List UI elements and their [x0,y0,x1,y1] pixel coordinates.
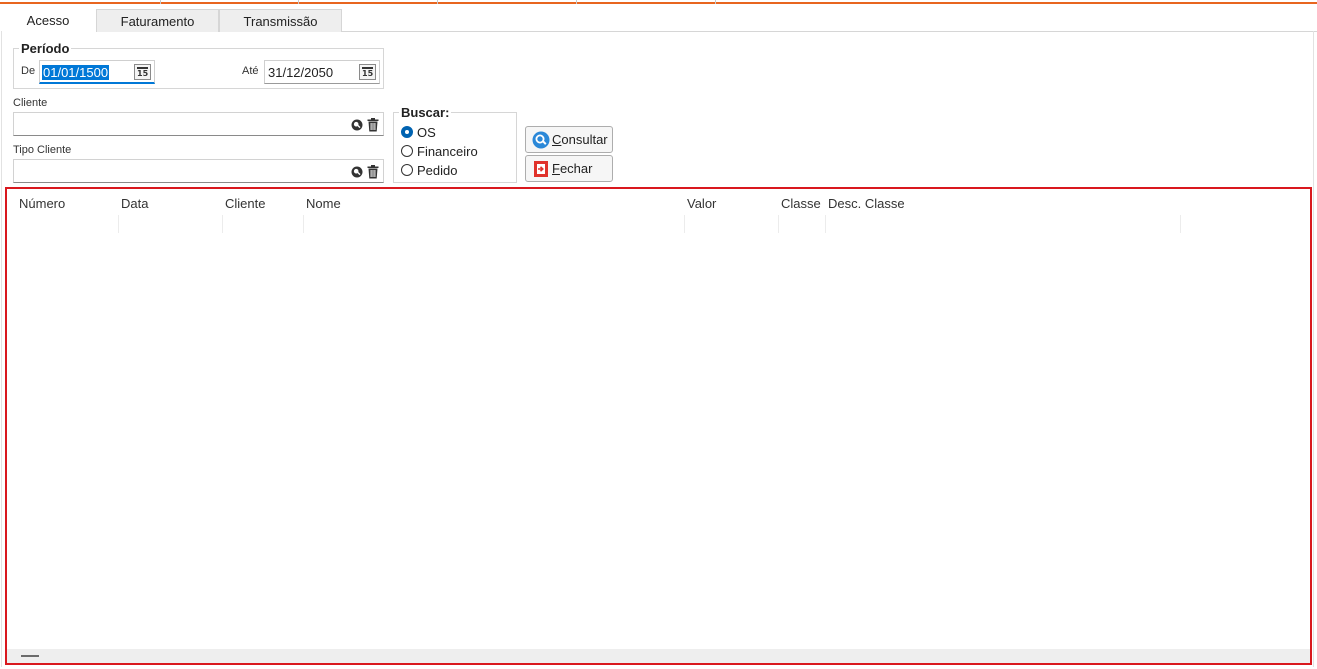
radio-pedido-indicator[interactable] [401,164,413,176]
de-label: De [21,65,36,77]
date-to-calendar-button[interactable]: 15 [359,64,376,80]
tab-transmissao[interactable]: Transmissão [219,9,342,32]
search-icon[interactable] [351,166,363,178]
calendar-icon-number: 15 [137,69,149,78]
radio-os-indicator[interactable] [401,126,413,138]
date-to-field[interactable]: 31/12/2050 15 [264,60,380,84]
trash-icon[interactable] [367,165,379,179]
radio-os-label: OS [417,124,436,140]
radio-financeiro-indicator[interactable] [401,145,413,157]
tab-faturamento[interactable]: Faturamento [96,9,219,32]
grid-header: Número Data Cliente Nome Valor Classe De… [7,189,1310,233]
tab-faturamento-label: Faturamento [120,13,195,29]
radio-pedido[interactable]: Pedido [401,162,457,178]
tipo-cliente-label: Tipo Cliente [13,144,72,156]
trash-icon[interactable] [367,118,379,132]
cliente-label: Cliente [13,97,48,109]
col-header-data[interactable]: Data [121,196,148,211]
collapse-dash-icon[interactable] [21,655,39,657]
ate-label: Até [242,65,259,77]
col-header-classe[interactable]: Classe [781,196,821,211]
tab-acesso[interactable]: Acesso [0,6,96,33]
date-from-field[interactable]: 01/01/1500 15 [39,60,155,84]
col-separator [825,215,826,233]
col-header-desc-classe[interactable]: Desc. Classe [828,196,905,211]
results-grid[interactable]: Número Data Cliente Nome Valor Classe De… [5,187,1312,665]
search-icon[interactable] [351,119,363,131]
tab-transmissao-label: Transmissão [243,13,318,29]
col-separator [778,215,779,233]
col-header-valor[interactable]: Valor [687,196,716,211]
window-top-ticks [0,0,1317,4]
date-from-calendar-button[interactable]: 15 [134,64,151,80]
tab-strip: Acesso Faturamento Transmissão [0,6,1317,33]
col-header-cliente[interactable]: Cliente [225,196,265,211]
magnifier-search-icon [532,131,550,148]
tab-acesso-label: Acesso [26,12,70,28]
col-separator [118,215,119,233]
grid-footer-bar [7,649,1310,663]
col-header-nome[interactable]: Nome [306,196,341,211]
col-header-numero[interactable]: Número [19,196,65,211]
calendar-icon-number: 15 [362,69,374,78]
fechar-button[interactable]: Fechar [525,155,613,182]
col-separator [222,215,223,233]
periodo-title: Período [19,41,72,56]
consultar-label: Consultar [552,132,608,147]
col-separator [303,215,304,233]
exit-door-icon [534,160,548,177]
date-to-value: 31/12/2050 [268,65,334,80]
radio-financeiro-label: Financeiro [417,143,478,159]
col-separator [684,215,685,233]
radio-financeiro[interactable]: Financeiro [401,143,478,159]
date-from-value: 01/01/1500 [42,65,110,80]
buscar-title: Buscar: [399,105,452,120]
radio-os[interactable]: OS [401,124,436,140]
radio-pedido-label: Pedido [417,162,458,178]
consultar-button[interactable]: Consultar [525,126,613,153]
tipo-cliente-input[interactable] [13,159,384,183]
cliente-input[interactable] [13,112,384,136]
col-separator [1180,215,1181,233]
fechar-label: Fechar [552,161,593,176]
